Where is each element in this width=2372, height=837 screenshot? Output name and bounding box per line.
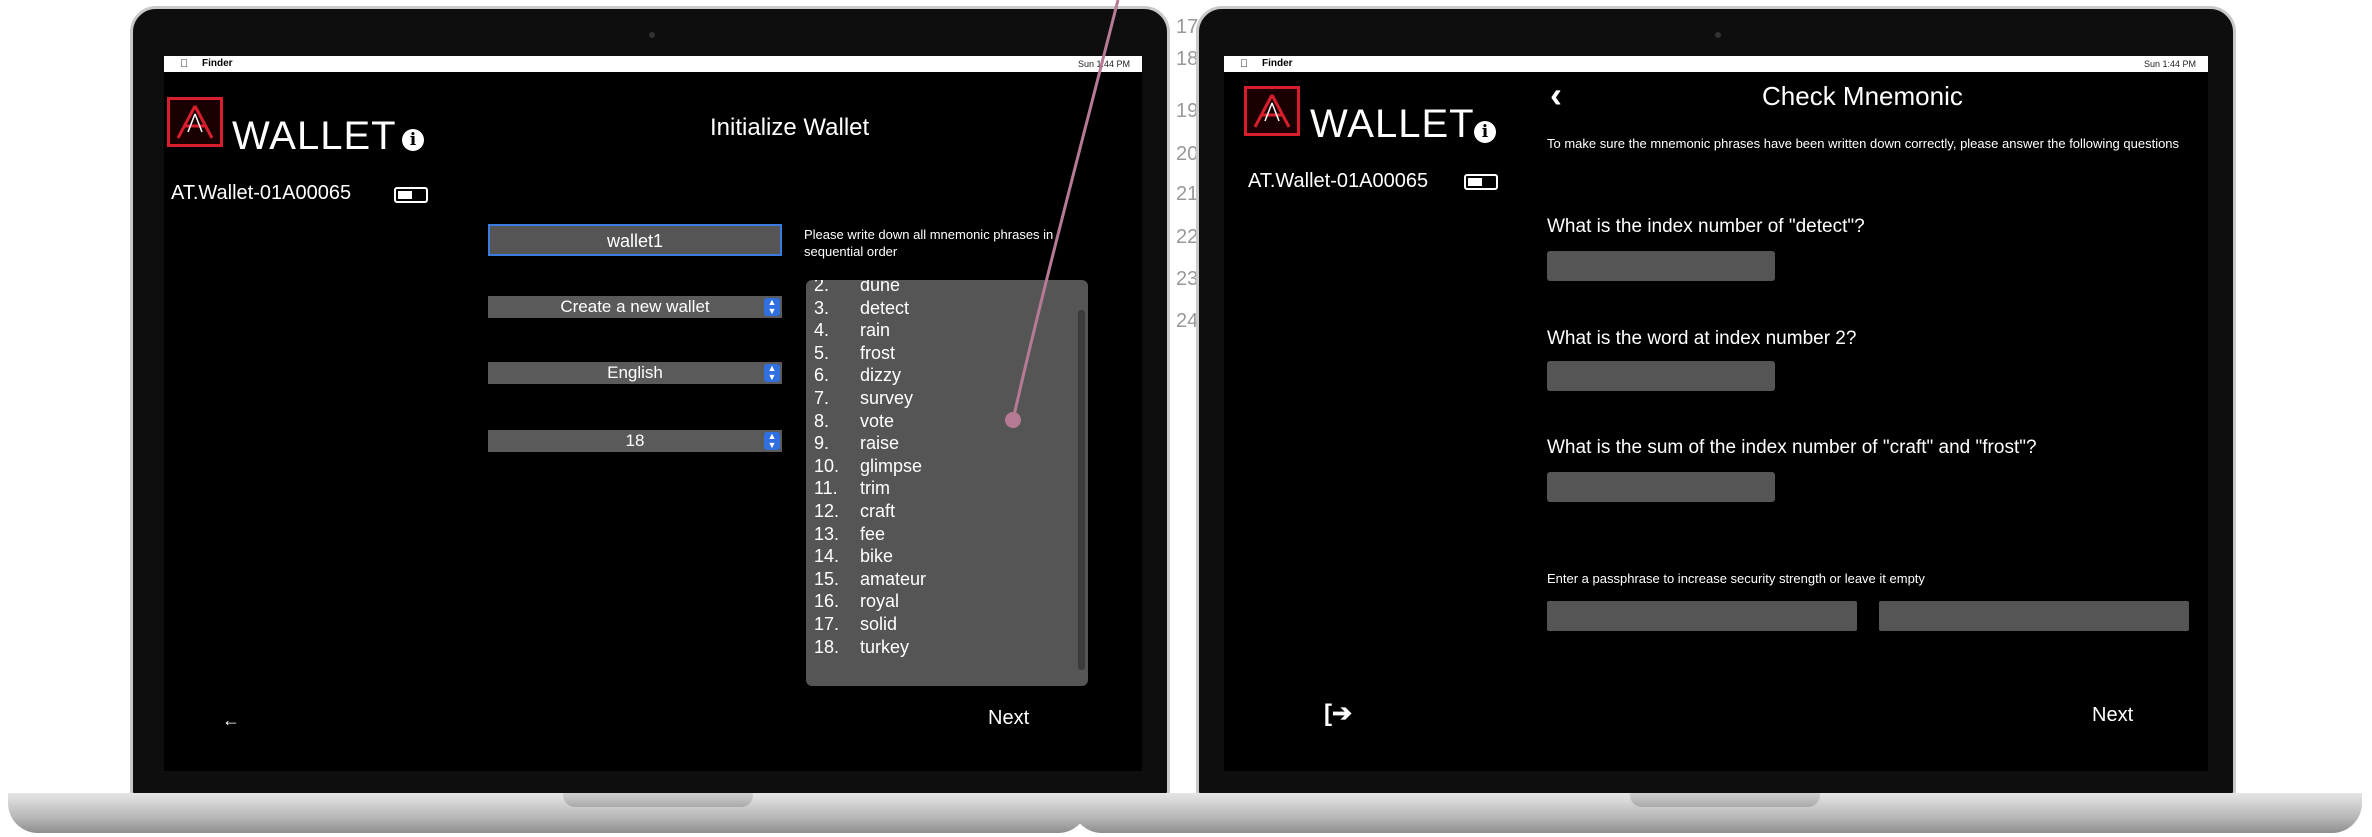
annotation-overlay bbox=[1005, 0, 1120, 428]
annotation-dot bbox=[1005, 412, 1021, 428]
annotation-line bbox=[1011, 0, 1120, 421]
